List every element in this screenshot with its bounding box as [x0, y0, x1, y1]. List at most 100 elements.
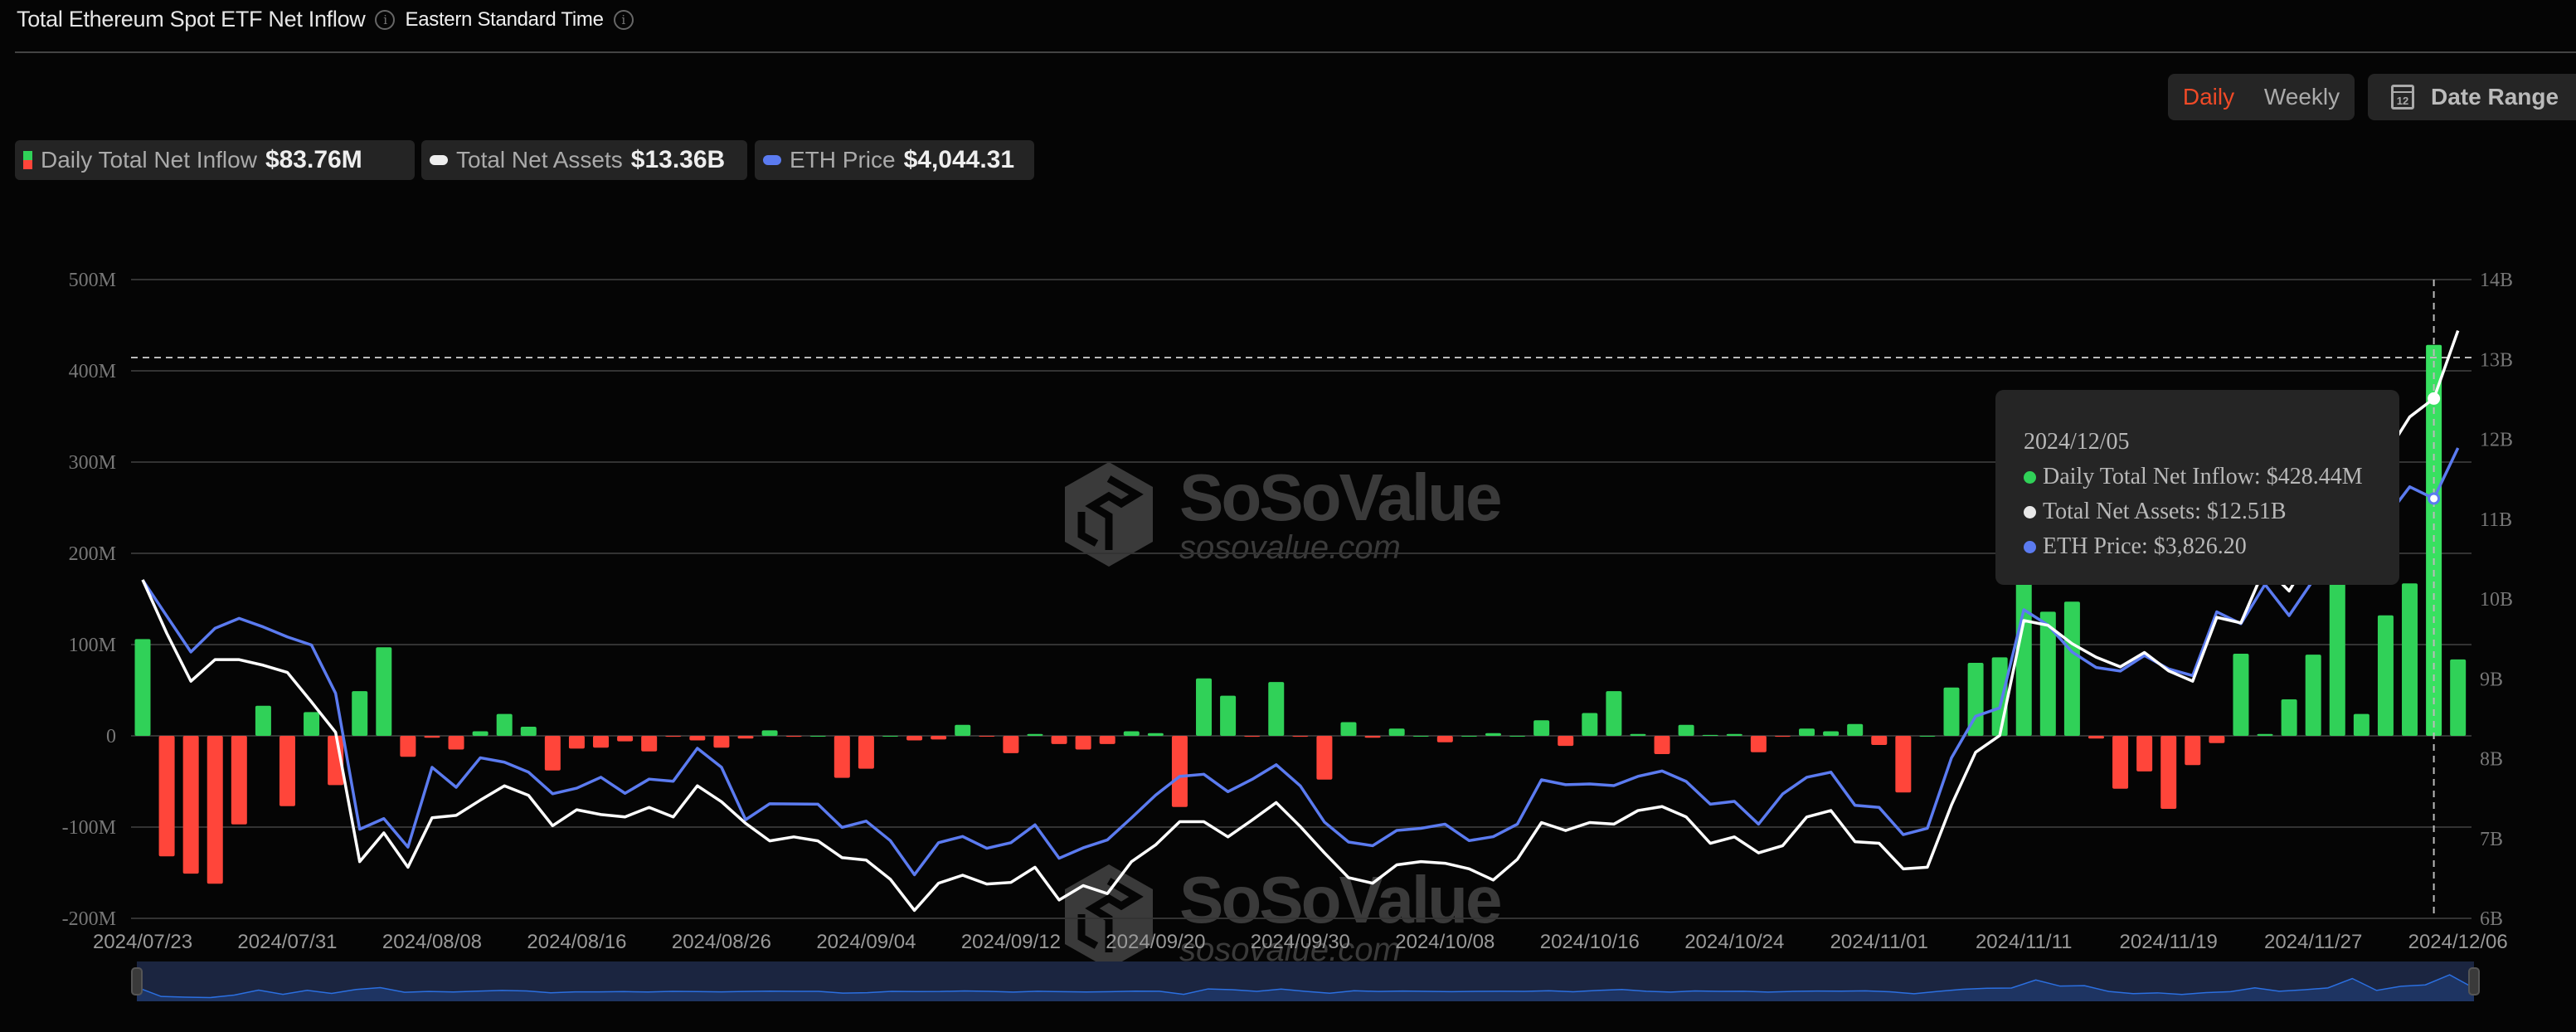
- inflow-bar: [2088, 736, 2104, 739]
- x-axis-tick: 2024/09/04: [816, 931, 916, 953]
- left-axis-tick: 100M: [69, 635, 116, 656]
- inflow-bar: [1292, 736, 1309, 737]
- inflow-bar: [1678, 724, 1694, 736]
- inflow-bar: [689, 736, 706, 741]
- inflow-bar: [2257, 733, 2273, 736]
- inflow-bar: [713, 736, 730, 748]
- inflow-bar: [2136, 736, 2153, 772]
- inflow-bar: [761, 730, 778, 736]
- inflow-bar: [279, 736, 295, 806]
- left-axis-tick: 300M: [69, 452, 116, 474]
- inflow-bar: [1436, 736, 1453, 742]
- inflow-bar: [1919, 736, 1936, 737]
- tooltip-row-eth-price: ETH Price: $3,826.20: [2024, 529, 2399, 564]
- inflow-bar: [1895, 736, 1912, 793]
- x-axis-tick: 2024/08/16: [527, 931, 626, 953]
- inflow-bar: [448, 736, 464, 750]
- right-axis-tick: 6B: [2480, 908, 2503, 930]
- inflow-bar: [979, 736, 995, 737]
- inflow-bar: [1461, 736, 1477, 737]
- eth-price-line-point: [2428, 492, 2441, 505]
- x-axis-tick: 2024/10/24: [1684, 931, 1784, 953]
- inflow-bar: [1702, 734, 1718, 736]
- inflow-bar: [376, 647, 392, 736]
- tooltip-date: 2024/12/05: [2024, 429, 2130, 455]
- inflow-bar: [134, 639, 151, 736]
- right-axis-tick: 11B: [2480, 509, 2512, 531]
- inflow-bar: [1606, 691, 1622, 736]
- net-assets-line-point: [2428, 392, 2441, 405]
- x-axis-tick: 2024/07/23: [93, 931, 192, 953]
- inflow-bar: [1364, 736, 1381, 738]
- inflow-bar: [2233, 654, 2249, 736]
- inflow-bar: [1943, 687, 1960, 736]
- inflow-bar: [1268, 682, 1285, 736]
- left-axis-tick: -200M: [62, 908, 116, 930]
- blue-dot-icon: [2024, 540, 2036, 553]
- inflow-bar: [231, 736, 247, 825]
- inflow-bar: [1991, 657, 2008, 736]
- inflow-bar: [1485, 733, 1501, 736]
- right-axis-tick: 13B: [2480, 349, 2513, 371]
- inflow-bar: [1774, 736, 1791, 737]
- right-axis-tick: 14B: [2480, 270, 2513, 291]
- x-axis-tick: 2024/09/12: [961, 931, 1061, 953]
- inflow-bar: [1340, 722, 1357, 736]
- x-axis-tick: 2024/11/11: [1976, 931, 2073, 953]
- inflow-bar: [1196, 678, 1213, 736]
- inflow-bar: [2160, 736, 2177, 809]
- x-axis-tick: 2024/09/30: [1251, 931, 1350, 953]
- inflow-bar: [1003, 736, 1019, 753]
- right-axis-tick: 8B: [2480, 749, 2503, 771]
- left-axis-tick: 200M: [69, 543, 116, 565]
- inflow-bar: [400, 736, 416, 757]
- inflow-bar: [1582, 713, 1598, 736]
- data-zoom-left-handle[interactable]: [131, 967, 143, 995]
- right-axis-tick: 9B: [2480, 669, 2503, 690]
- inflow-bar: [2281, 699, 2297, 736]
- inflow-bar: [1871, 736, 1888, 745]
- inflow-bar: [255, 705, 271, 736]
- inflow-bar: [304, 712, 320, 736]
- inflow-bar: [1533, 720, 1550, 736]
- inflow-bar: [955, 724, 971, 736]
- inflow-bar: [352, 691, 368, 736]
- inflow-bar: [665, 736, 682, 737]
- inflow-bar: [2353, 713, 2369, 736]
- x-axis-tick: 2024/11/27: [2264, 931, 2362, 953]
- inflow-bar: [568, 736, 585, 749]
- right-axis-tick: 10B: [2480, 589, 2513, 611]
- inflow-bar: [1823, 731, 1840, 736]
- inflow-bar: [1099, 736, 1115, 744]
- left-axis-tick: 500M: [69, 270, 116, 291]
- tooltip-text: ETH Price: $3,826.20: [2043, 533, 2247, 559]
- inflow-bar: [1509, 736, 1526, 737]
- inflow-bar: [2305, 655, 2321, 736]
- data-zoom-right-handle[interactable]: [2468, 967, 2480, 995]
- inflow-bar: [2377, 615, 2394, 736]
- inflow-bar: [158, 736, 175, 857]
- inflow-bar: [641, 736, 658, 752]
- inflow-bar: [520, 727, 537, 736]
- tooltip-row-inflow: Daily Total Net Inflow: $428.44M: [2024, 460, 2399, 494]
- inflow-bar: [1750, 736, 1767, 752]
- inflow-bar: [2402, 583, 2418, 736]
- x-axis-tick: 2024/12/06: [2408, 931, 2508, 953]
- inflow-bar: [1799, 728, 1815, 736]
- tooltip-row-net-assets: Total Net Assets: $12.51B: [2024, 494, 2399, 529]
- inflow-bar: [1051, 736, 1067, 744]
- inflow-bar: [2209, 736, 2225, 743]
- inflow-bar: [182, 736, 199, 874]
- inflow-bar: [424, 736, 440, 738]
- x-axis-tick: 2024/07/31: [237, 931, 337, 953]
- inflow-bar: [593, 736, 610, 748]
- x-axis-tick: 2024/11/01: [1830, 931, 1928, 953]
- inflow-bar: [617, 736, 634, 742]
- green-dot-icon: [2024, 470, 2036, 484]
- inflow-bar: [1412, 736, 1429, 737]
- tooltip: 2024/12/05 Daily Total Net Inflow: $428.…: [1995, 390, 2399, 585]
- tooltip-text: Total Net Assets: $12.51B: [2043, 499, 2287, 524]
- inflow-bar: [2112, 736, 2129, 789]
- inflow-bar: [1388, 728, 1405, 736]
- inflow-bar: [207, 736, 223, 884]
